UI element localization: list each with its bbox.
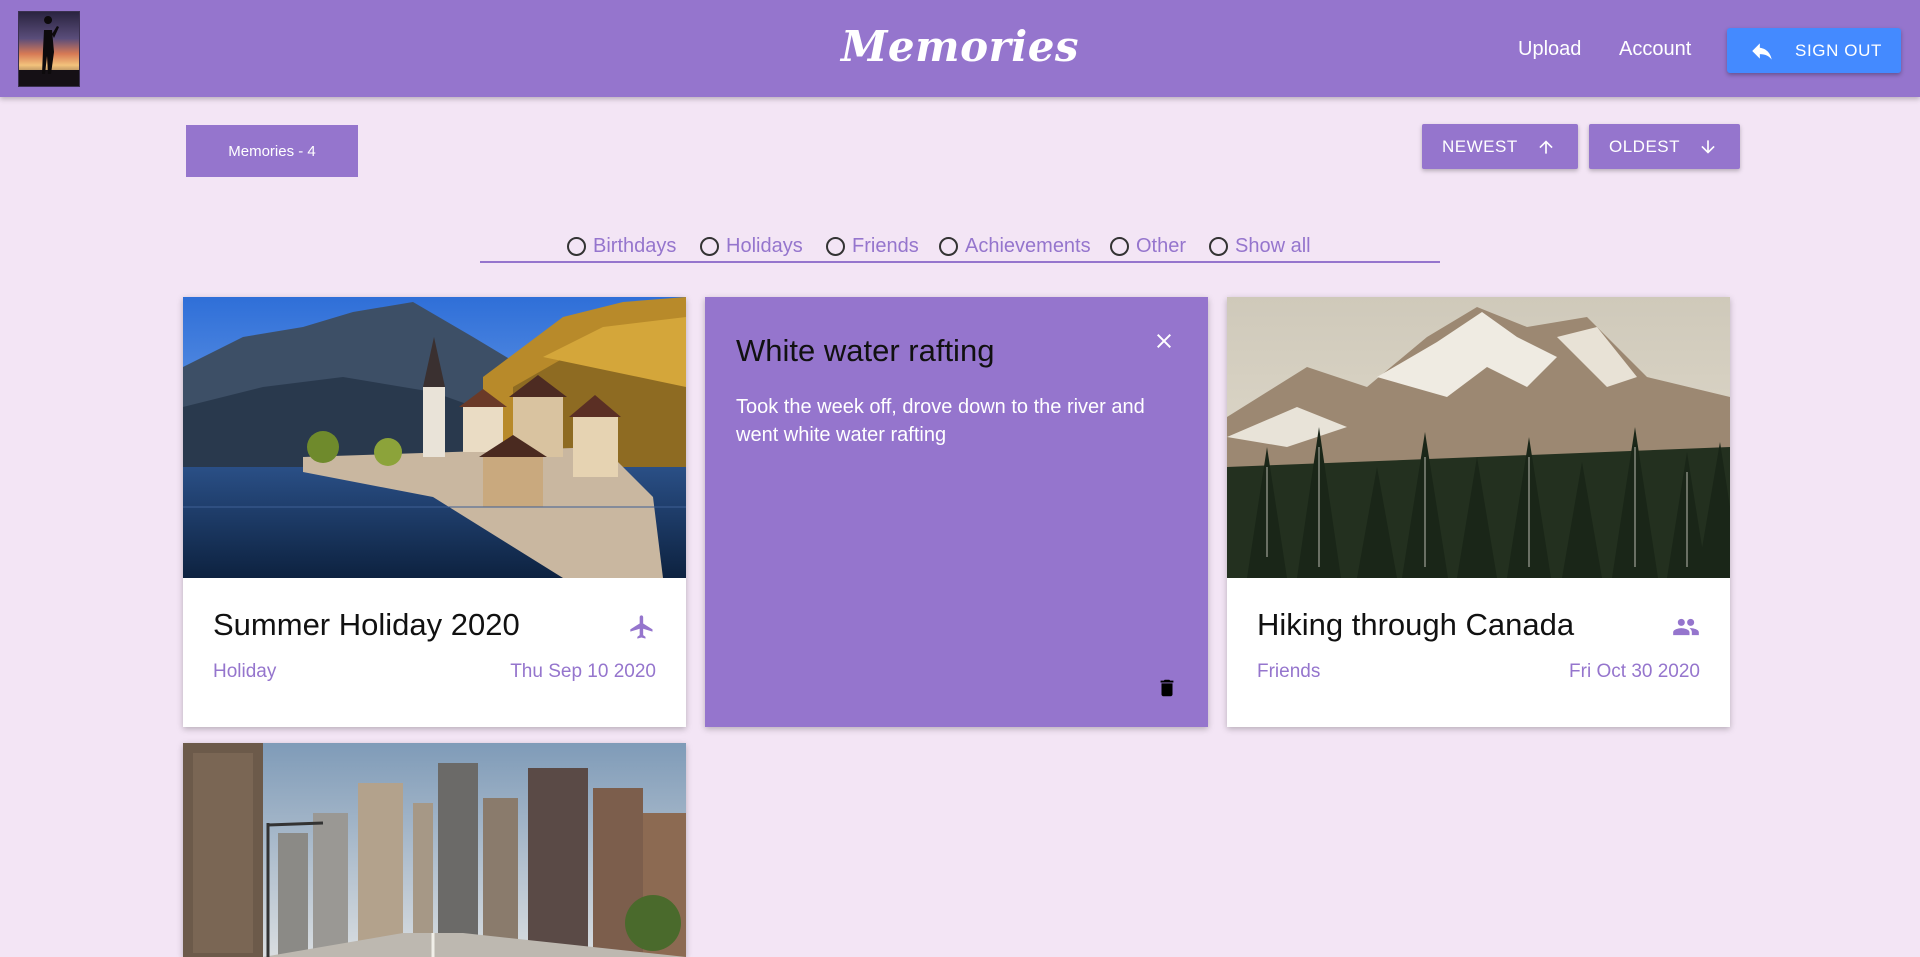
lakeside-village-photo (183, 297, 686, 578)
sort-newest-button[interactable]: NEWEST (1422, 124, 1578, 169)
card-title: Hiking through Canada (1257, 607, 1575, 642)
memory-card[interactable] (183, 743, 686, 957)
card-category: Holiday (213, 661, 277, 682)
filter-friends-radio[interactable]: Friends (826, 235, 919, 258)
city-street-photo (183, 743, 686, 957)
card-category: Friends (1257, 661, 1321, 682)
radio-circle[interactable] (567, 237, 586, 256)
filter-birthdays-radio[interactable]: Birthdays (567, 235, 676, 258)
filter-label: Friends (852, 235, 919, 257)
memory-card[interactable]: Hiking through Canada Friends Fri Oct 30… (1227, 297, 1730, 727)
filter-label: Show all (1235, 235, 1311, 257)
snowy-mountain-forest-photo (1227, 297, 1730, 578)
radio-circle[interactable] (1110, 237, 1129, 256)
filter-label: Holidays (726, 235, 803, 257)
arrow-up-icon (1539, 139, 1553, 154)
memories-count-badge: Memories - 4 (186, 125, 358, 177)
radio-circle[interactable] (700, 237, 719, 256)
sort-newest-label: NEWEST (1442, 136, 1518, 156)
card-description: Took the week off, drove down to the riv… (736, 396, 1145, 446)
card-date: Fri Oct 30 2020 (1569, 661, 1700, 682)
radio-circle[interactable] (939, 237, 958, 256)
filter-achievements-radio[interactable]: Achievements (939, 235, 1091, 258)
filter-label: Achievements (965, 235, 1091, 257)
filter-show-all-radio[interactable]: Show all (1209, 235, 1311, 258)
sort-oldest-button[interactable]: OLDEST (1589, 124, 1740, 169)
airplane-icon (630, 615, 653, 639)
sort-oldest-label: OLDEST (1609, 136, 1681, 156)
card-date: Thu Sep 10 2020 (510, 661, 656, 682)
radio-circle[interactable] (1209, 237, 1228, 256)
category-filter-group: Birthdays Holidays Friends Achievements … (480, 232, 1440, 263)
sign-out-label: SIGN OUT (1795, 40, 1882, 60)
memory-card-expanded[interactable]: White water rafting Took the week off, d… (705, 297, 1208, 727)
app-bar: Memories Upload Account SIGN OUT (0, 0, 1920, 97)
arrow-down-icon (1701, 139, 1715, 154)
radio-circle[interactable] (826, 237, 845, 256)
card-title: Summer Holiday 2020 (213, 607, 520, 642)
filter-label: Other (1136, 235, 1187, 257)
filter-holidays-radio[interactable]: Holidays (700, 235, 803, 258)
card-title: White water rafting (736, 333, 995, 368)
filter-other-radio[interactable]: Other (1110, 235, 1186, 258)
close-icon[interactable] (1152, 329, 1176, 353)
reply-icon (1752, 42, 1772, 60)
filter-label: Birthdays (593, 235, 677, 257)
memory-card[interactable]: Summer Holiday 2020 Holiday Thu Sep 10 2… (183, 297, 686, 727)
sign-out-button[interactable]: SIGN OUT (1727, 28, 1901, 73)
people-icon (1673, 618, 1699, 636)
nav-upload-link[interactable]: Upload (1518, 38, 1581, 61)
nav-account-link[interactable]: Account (1619, 38, 1691, 61)
delete-icon[interactable] (1156, 675, 1178, 701)
